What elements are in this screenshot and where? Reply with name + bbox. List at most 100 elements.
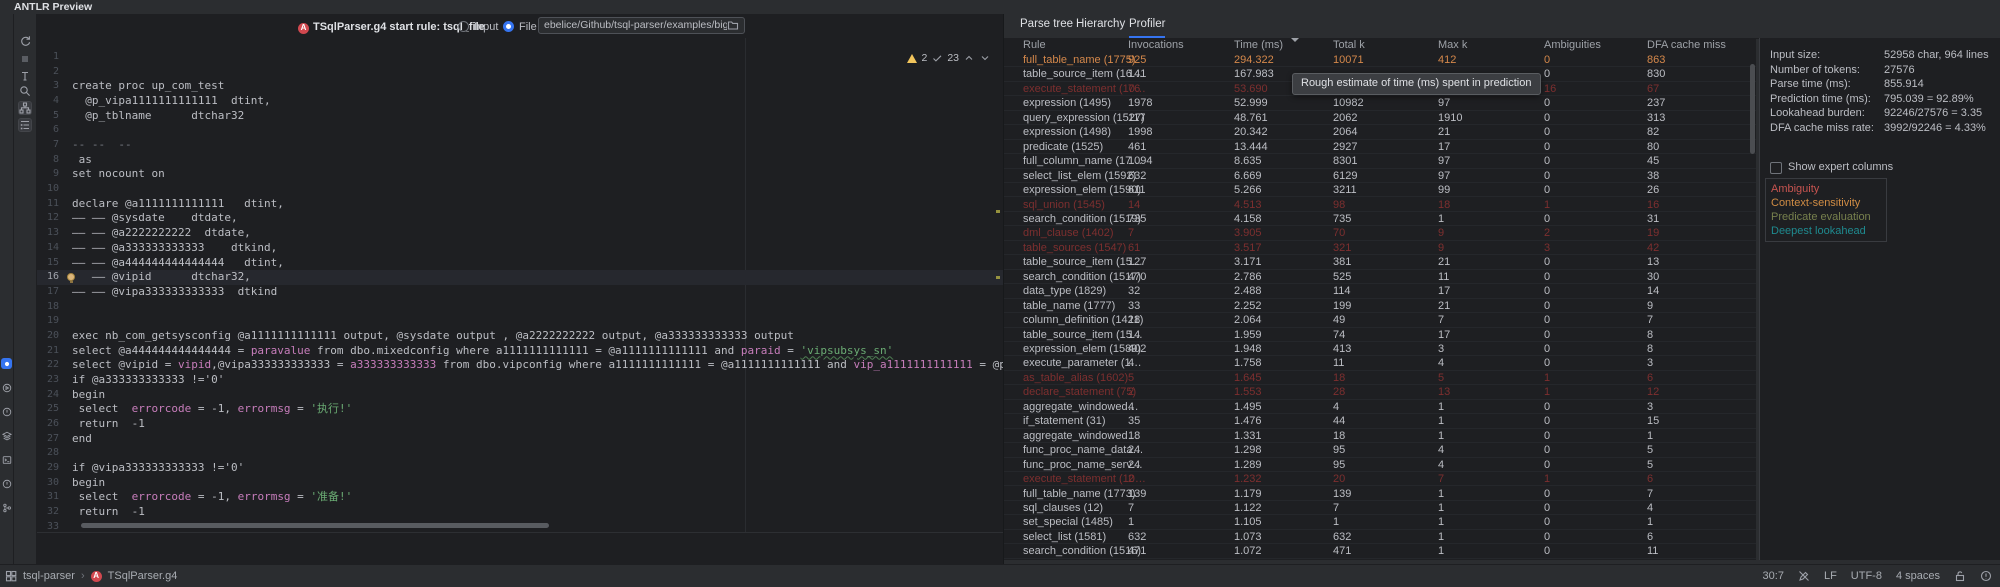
show-expert-columns-label[interactable]: Show expert columns xyxy=(1788,161,1893,173)
column-header-invocations[interactable]: Invocations xyxy=(1128,38,1184,53)
code-line[interactable]: 3create proc up_com_test xyxy=(37,79,1003,94)
inspections-widget[interactable]: 2 23 xyxy=(907,52,991,64)
indent-style[interactable]: 4 spaces xyxy=(1896,570,1940,582)
code-line[interactable]: 22select @vipid = vipid,@vipa33333333333… xyxy=(37,358,1003,373)
column-header-total-k[interactable]: Total k xyxy=(1333,38,1365,53)
code-line[interactable]: 10 xyxy=(37,182,1003,197)
show-expert-columns-checkbox[interactable] xyxy=(1770,162,1782,174)
breadcrumb-file[interactable]: TSqlParser.g4 xyxy=(108,570,178,582)
code-line[interactable]: 27end xyxy=(37,432,1003,447)
table-row[interactable]: execute_statement (10…21.23220716 xyxy=(1004,472,1756,486)
vertical-scrollbar-thumb[interactable] xyxy=(1750,64,1755,154)
notifications-icon[interactable] xyxy=(1980,570,1992,582)
code-line[interactable]: 24begin xyxy=(37,388,1003,403)
code-line[interactable]: 20exec nb_com_getsysconfig @a11111111111… xyxy=(37,329,1003,344)
table-row[interactable]: search_condition (1516)4711.0724711011 xyxy=(1004,544,1756,558)
radio-input[interactable] xyxy=(458,21,469,33)
table-row[interactable]: declare_statement (75)21.5532813112 xyxy=(1004,385,1756,399)
input-file-path[interactable]: ebelice/Github/tsql-parser/examples/big.… xyxy=(544,19,727,31)
table-row[interactable]: expression_elem (1589)4021.948413308 xyxy=(1004,342,1756,356)
stop-icon[interactable] xyxy=(19,53,31,65)
breadcrumb-project[interactable]: tsql-parser xyxy=(23,570,75,582)
code-line[interactable]: 21select @a444444444444444 = paravalue f… xyxy=(37,344,1003,359)
code-line[interactable]: 4 @p_vipa1111111111111 dtint, xyxy=(37,94,1003,109)
refresh-icon[interactable] xyxy=(19,35,31,47)
readonly-pen-icon[interactable] xyxy=(1798,570,1810,582)
git-tool-icon[interactable] xyxy=(1,502,12,513)
structure-icon[interactable] xyxy=(19,119,31,131)
table-row[interactable]: aggregate_windowed…41.4954103 xyxy=(1004,400,1756,414)
layers-tool-icon[interactable] xyxy=(1,430,12,441)
tab-hierarchy[interactable]: Hierarchy xyxy=(1076,18,1125,36)
horizontal-scrollbar-thumb[interactable] xyxy=(81,523,549,528)
horizontal-scrollbar[interactable] xyxy=(37,523,1003,529)
radio-file[interactable] xyxy=(503,21,514,33)
table-row[interactable]: full_column_name (17…10948.635830197045 xyxy=(1004,154,1756,168)
table-row[interactable]: as_table_alias (1602)51.64518516 xyxy=(1004,371,1756,385)
code-line[interactable]: 26 return -1 xyxy=(37,417,1003,432)
hierarchy-icon[interactable] xyxy=(19,102,31,114)
table-row[interactable]: full_table_name (1775)925294.32210071412… xyxy=(1004,53,1756,67)
code-line[interactable]: 16 —— @vipid dtchar32, xyxy=(37,270,1003,285)
table-row[interactable]: query_expression (1527)11748.76120621910… xyxy=(1004,111,1756,125)
prev-problem-icon[interactable] xyxy=(963,52,975,64)
table-row[interactable]: column_definition (1421)182.06449707 xyxy=(1004,313,1756,327)
code-line[interactable]: 8 as xyxy=(37,153,1003,168)
table-row[interactable]: select_list (1581)6321.073632106 xyxy=(1004,530,1756,544)
preview-tool-icon[interactable] xyxy=(1,358,12,369)
code-line[interactable]: 11declare @a1111111111111 dtint, xyxy=(37,197,1003,212)
code-line[interactable]: 28 xyxy=(37,446,1003,461)
table-row[interactable]: expression_elem (1590)6115.266321199026 xyxy=(1004,183,1756,197)
search-icon[interactable] xyxy=(19,85,31,97)
lock-icon[interactable] xyxy=(1954,570,1966,582)
code-line[interactable]: 19 xyxy=(37,314,1003,329)
table-row[interactable]: func_proc_name_serv…241.28995405 xyxy=(1004,458,1756,472)
code-editor[interactable]: 123create proc up_com_test4 @p_vipa11111… xyxy=(37,38,1003,534)
column-header-ambiguities[interactable]: Ambiguities xyxy=(1544,38,1601,53)
column-header-rule[interactable]: Rule xyxy=(1023,38,1046,53)
code-line[interactable]: 31 select errorcode = -1, errormsg = '准备… xyxy=(37,490,1003,505)
next-problem-icon[interactable] xyxy=(979,52,991,64)
table-row[interactable]: execute_body (1394)41.0214104 xyxy=(1004,559,1756,560)
caret-position[interactable]: 30:7 xyxy=(1763,570,1784,582)
code-line[interactable]: 17—— —— @vipa333333333333 dtkind xyxy=(37,285,1003,300)
code-line[interactable]: 1 xyxy=(37,50,1003,65)
code-line[interactable]: 5 @p_tblname dtchar32 xyxy=(37,109,1003,124)
code-line[interactable]: 14—— —— @a333333333333 dtkind, xyxy=(37,241,1003,256)
column-header-dfa-cache-miss[interactable]: DFA cache miss xyxy=(1647,38,1726,53)
table-row[interactable]: dml_clause (1402)73.905709219 xyxy=(1004,226,1756,240)
code-line[interactable]: 15—— —— @a444444444444444 dtint, xyxy=(37,256,1003,271)
tab-parse-tree[interactable]: Parse tree xyxy=(1020,18,1073,36)
table-row[interactable]: search_condition (1517)4702.78652511030 xyxy=(1004,270,1756,284)
table-row[interactable]: sql_clauses (12)71.1227104 xyxy=(1004,501,1756,515)
table-row[interactable]: table_source_item (15…1273.17138121013 xyxy=(1004,255,1756,269)
table-row[interactable]: aggregate_windowed…181.33118101 xyxy=(1004,429,1756,443)
code-line[interactable]: 30begin xyxy=(37,476,1003,491)
table-row[interactable]: func_proc_name_data…241.29895405 xyxy=(1004,443,1756,457)
table-row[interactable]: expression (1495)197852.99910982970237 xyxy=(1004,96,1756,110)
code-line[interactable]: 2 xyxy=(37,65,1003,80)
radio-input-label[interactable]: Input xyxy=(474,21,498,33)
tab-profiler[interactable]: Profiler xyxy=(1129,18,1165,39)
table-row[interactable]: sql_union (1545)144.5139818116 xyxy=(1004,198,1756,212)
table-row[interactable]: if_statement (31)351.476441015 xyxy=(1004,414,1756,428)
code-line[interactable]: 7-- -- -- xyxy=(37,138,1003,153)
code-line[interactable]: 6 xyxy=(37,123,1003,138)
code-line[interactable]: 9set nocount on xyxy=(37,167,1003,182)
terminal-tool-icon[interactable] xyxy=(1,454,12,465)
line-ending[interactable]: LF xyxy=(1824,570,1837,582)
column-header-time[interactable]: Time (ms) xyxy=(1234,38,1283,53)
code-line[interactable]: 25 select errorcode = -1, errormsg = '执行… xyxy=(37,402,1003,417)
text-cursor-icon[interactable] xyxy=(19,70,31,82)
column-header-max-k[interactable]: Max k xyxy=(1438,38,1467,53)
code-line[interactable]: 29if @vipa333333333333 !='0' xyxy=(37,461,1003,476)
table-row[interactable]: full_table_name (1773)1391.179139107 xyxy=(1004,487,1756,501)
run-tool-icon[interactable] xyxy=(1,382,12,393)
table-row[interactable]: select_list_elem (1592)6326.669612997038 xyxy=(1004,169,1756,183)
code-line[interactable]: 32 return -1 xyxy=(37,505,1003,520)
folder-icon[interactable] xyxy=(727,19,739,31)
table-row[interactable]: table_source_item (15…141.959741708 xyxy=(1004,328,1756,342)
antlr-tool-icon[interactable] xyxy=(1,406,12,417)
input-file-field[interactable]: ebelice/Github/tsql-parser/examples/big.… xyxy=(538,17,745,34)
error-stripe-mark[interactable] xyxy=(996,210,1000,213)
